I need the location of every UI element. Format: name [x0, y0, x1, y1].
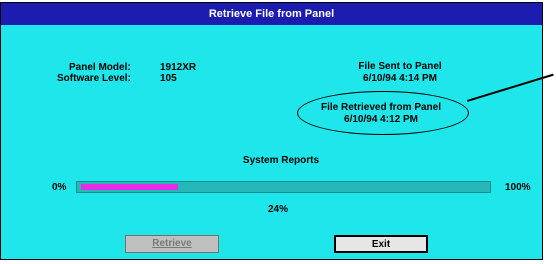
file-sent-info: File Sent to Panel 6/10/94 4:14 PM — [335, 61, 465, 85]
system-reports-label: System Reports — [242, 155, 320, 166]
panel-model-label: Panel Model: — [69, 62, 131, 73]
software-level-label: Software Level: — [57, 73, 131, 84]
file-sent-datetime: 6/10/94 4:14 PM — [363, 73, 437, 84]
retrieve-file-dialog: Retrieve File from Panel Panel Model: 19… — [0, 2, 554, 260]
file-sent-label: File Sent to Panel — [358, 61, 442, 72]
panel-model-value: 1912XR — [160, 62, 197, 73]
dialog-title: Retrieve File from Panel — [1, 3, 542, 25]
file-retrieved-datetime: 6/10/94 4:12 PM — [344, 114, 418, 125]
software-level-value: 105 — [160, 73, 177, 84]
retrieve-button[interactable]: Retrieve — [125, 235, 219, 253]
progress-fill — [81, 184, 178, 190]
file-retrieved-label: File Retrieved from Panel — [320, 102, 442, 113]
progress-current-label: 24% — [267, 204, 288, 215]
progress-max-label: 100% — [505, 182, 531, 193]
file-retrieved-info: File Retrieved from Panel 6/10/94 4:12 P… — [311, 102, 451, 126]
progress-min-label: 0% — [52, 182, 67, 193]
exit-button[interactable]: Exit — [334, 235, 428, 253]
progress-bar — [76, 181, 491, 193]
callout-leader-line — [467, 73, 554, 102]
